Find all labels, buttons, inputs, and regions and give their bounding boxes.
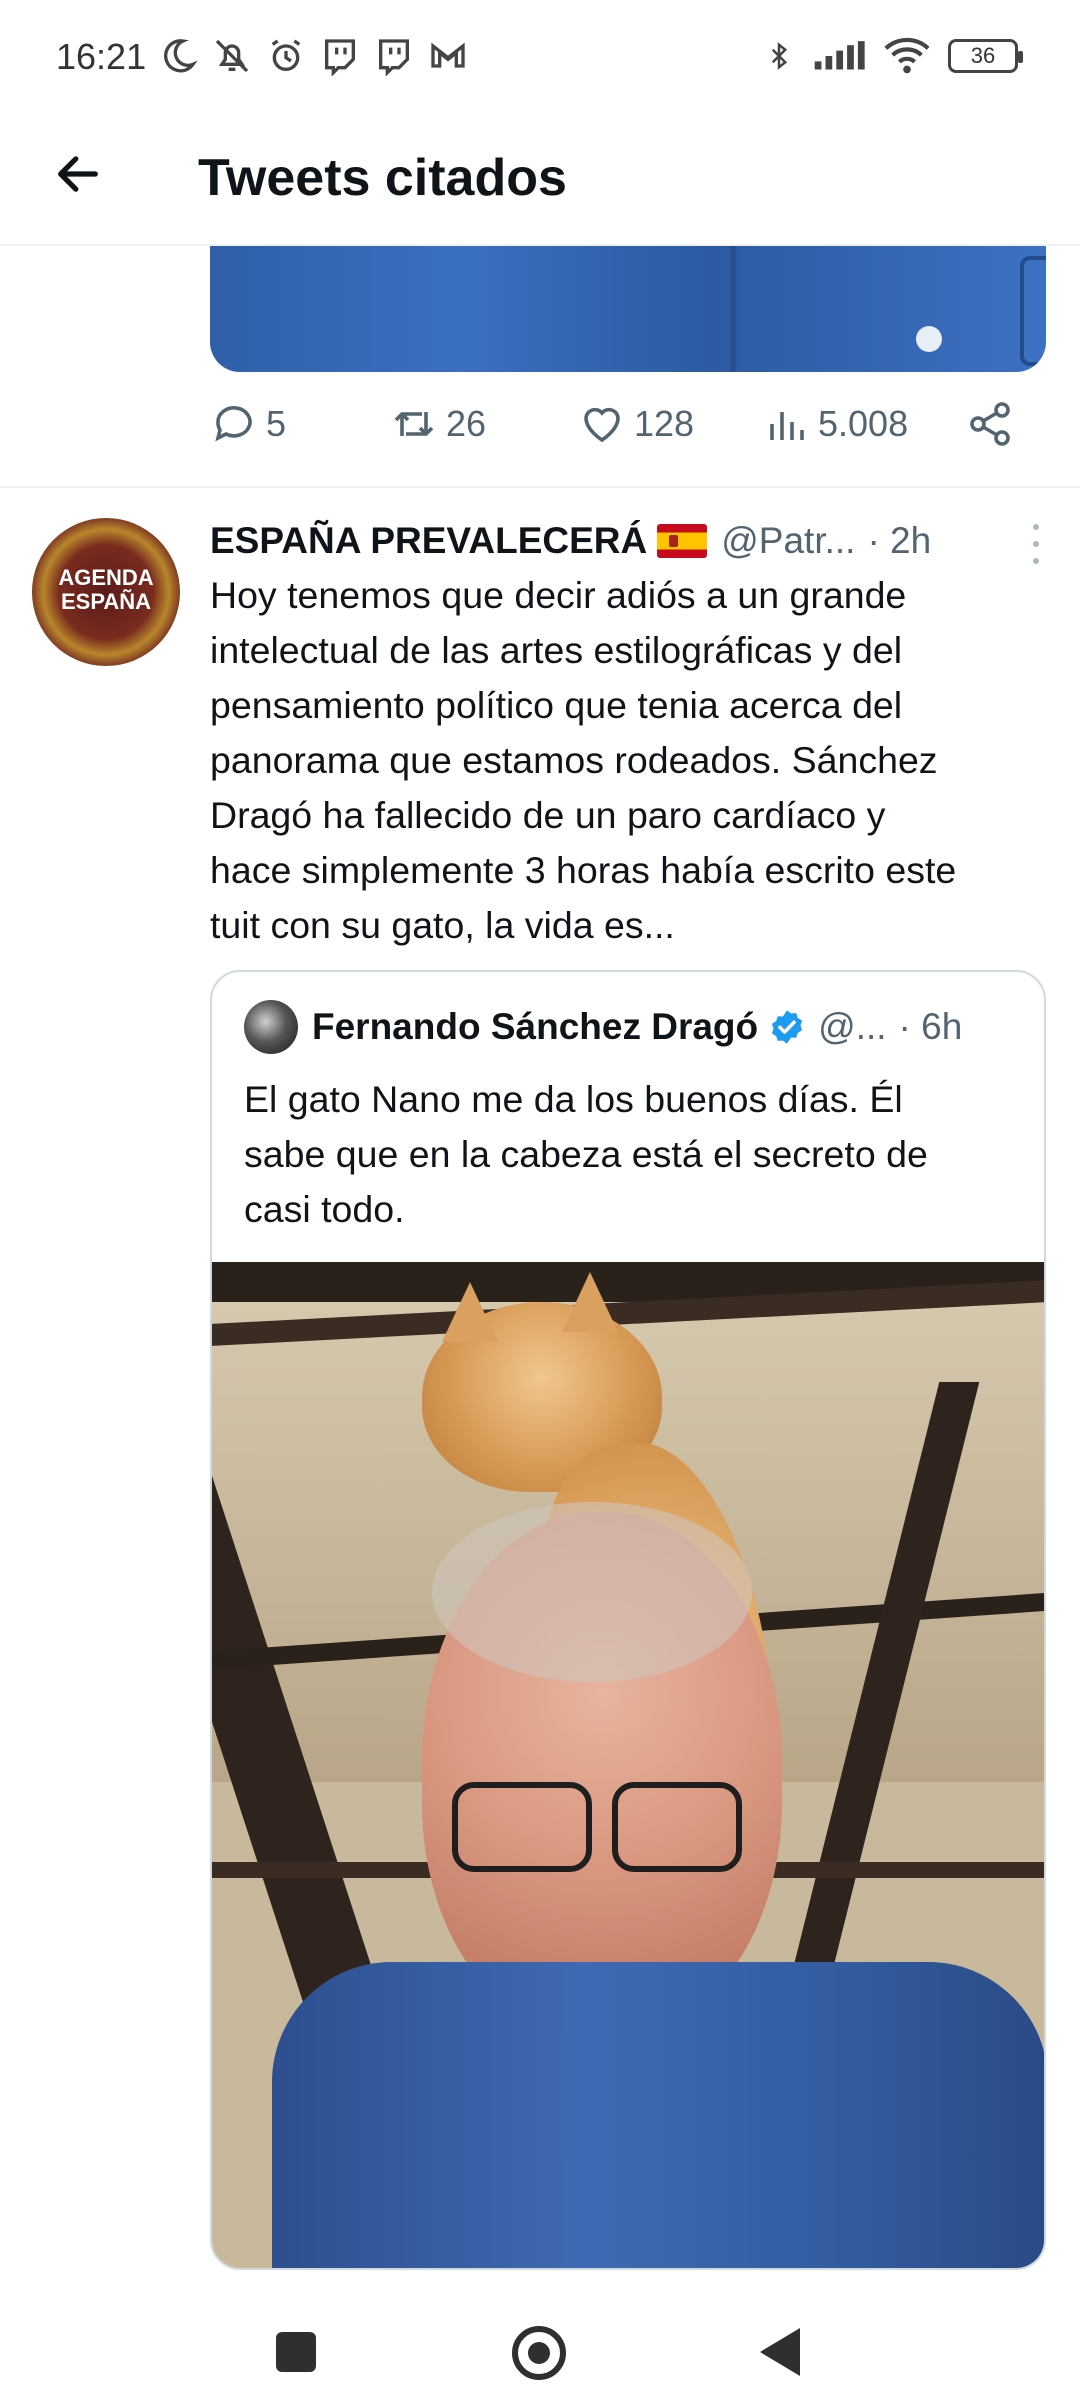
battery-icon: 36 [948,39,1023,73]
views-icon [770,412,804,440]
alarm-icon [271,39,301,71]
quoted-tweet-media[interactable] [212,1262,1044,2268]
quoted-tweet[interactable]: Fernando Sánchez Dragó @... · 6h El gato… [210,970,1046,2270]
share-icon [970,402,1010,446]
status-bar: 16:21 36 [0,0,1080,110]
like-button[interactable]: 128 [578,400,694,448]
more-options-button[interactable] [1026,524,1046,564]
gmail-icon [431,42,465,68]
bell-off-icon [215,39,249,73]
tweet-time: · 2h [867,520,932,561]
author-name[interactable]: ESPAÑA PREVALECERÁ [210,520,647,562]
quoted-tweet-text: El gato Nano me da los buenos días. Él s… [244,1078,928,1230]
quoted-tweet-header: Fernando Sánchez Dragó @... · 6h [244,1000,1034,1054]
verified-badge-icon [772,1010,803,1044]
bluetooth-icon [771,42,788,70]
heart-icon [584,407,620,443]
recents-button[interactable] [276,2332,316,2372]
signal-icon [814,41,865,70]
share-button[interactable] [966,400,1014,448]
previous-tweet-media[interactable] [210,246,1046,372]
retweet-icon [394,412,434,436]
system-back-button[interactable] [760,2328,800,2376]
reply-count: 5 [266,403,287,444]
quoted-avatar [244,1000,298,1054]
wifi-icon [884,37,930,74]
previous-tweet-actions: 5 26 128 5.008 [210,400,1050,460]
like-count: 128 [634,403,695,444]
tweet-text: Hoy tenemos que decir adiós a un grande … [210,574,957,946]
retweet-count: 26 [446,403,487,444]
status-right-icons: 36 [764,36,1023,76]
avatar[interactable]: AGENDA ESPAÑA [32,518,180,666]
status-left-icons [158,36,468,76]
avatar-logo-text: AGENDA ESPAÑA [58,565,154,614]
views-button[interactable]: 5.008 [762,400,908,448]
twitch-icon [379,39,409,76]
quoted-author-handle: @... [818,1006,887,1047]
retweet-button[interactable]: 26 [390,400,486,448]
reply-icon [215,406,252,442]
spain-flag-icon [657,524,708,558]
moon-icon [163,39,198,73]
tweet-header: ESPAÑA PREVALECERÁ @Patr... · 2h [210,516,1060,566]
status-time: 16:21 [56,36,147,77]
app-header: Tweets citados [0,110,1080,246]
author-handle[interactable]: @Patr... [721,520,855,562]
tweet-divider [0,486,1080,488]
views-count: 5.008 [818,403,909,444]
arrow-left-icon [58,156,98,192]
quoted-tweet-time: · 6h [898,1006,963,1047]
page-title: Tweets citados [198,149,567,207]
quoted-author-name: Fernando Sánchez Dragó [312,1006,759,1047]
back-button[interactable] [44,140,112,208]
home-button[interactable] [512,2326,566,2380]
battery-level: 36 [970,43,996,68]
reply-button[interactable]: 5 [210,400,286,448]
twitch-icon [325,39,355,76]
system-nav-bar [0,2270,1080,2400]
